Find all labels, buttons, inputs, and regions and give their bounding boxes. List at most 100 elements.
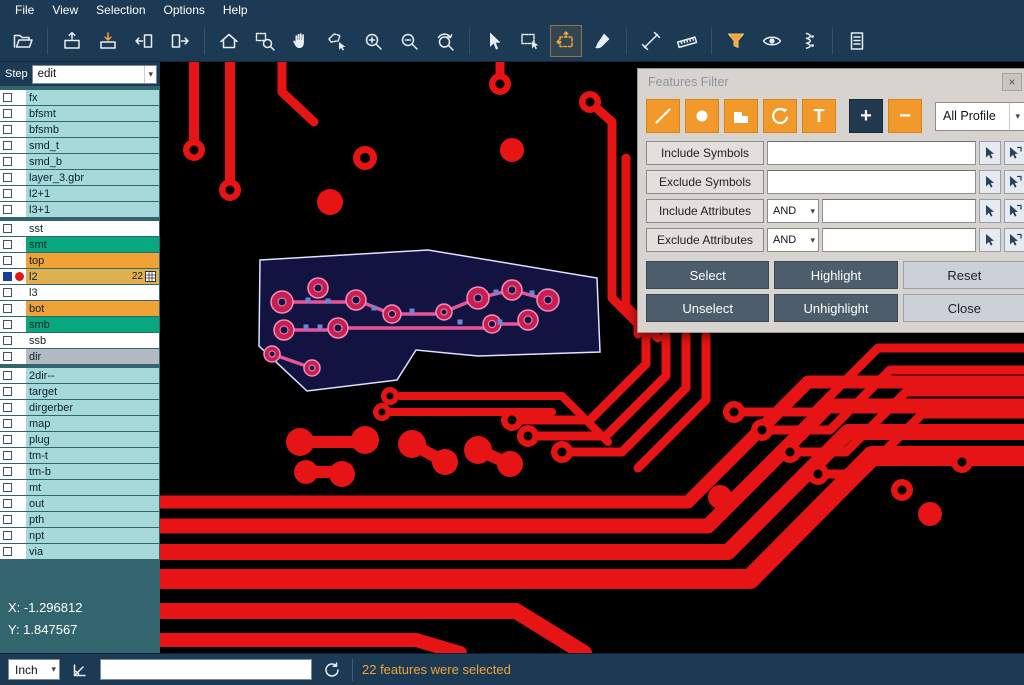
layer-row[interactable]: top bbox=[0, 253, 159, 268]
dialog-titlebar[interactable]: Features Filter × bbox=[638, 69, 1024, 95]
dialog-button[interactable]: Unselect bbox=[646, 294, 769, 322]
layer-row[interactable]: smd_t bbox=[0, 138, 159, 153]
layer-row[interactable]: fx bbox=[0, 90, 159, 105]
layer-visibility-checkbox[interactable] bbox=[3, 320, 12, 329]
dialog-button[interactable]: Reset bbox=[903, 261, 1024, 289]
layer-row[interactable]: dirgerber bbox=[0, 400, 159, 415]
layer-row[interactable]: bfsmb bbox=[0, 122, 159, 137]
pick-from-screen-button[interactable] bbox=[979, 228, 1001, 252]
layer-row[interactable]: tm-t bbox=[0, 448, 159, 463]
layer-row[interactable]: via bbox=[0, 544, 159, 559]
layer-row[interactable]: npt bbox=[0, 528, 159, 543]
layer-visibility-checkbox[interactable] bbox=[3, 173, 12, 182]
layer-row[interactable]: sst bbox=[0, 221, 159, 236]
layer-row[interactable]: tm-b bbox=[0, 464, 159, 479]
layer-row[interactable]: dir bbox=[0, 349, 159, 364]
text-tool-button[interactable]: T bbox=[802, 99, 836, 133]
layer-row[interactable]: smt bbox=[0, 237, 159, 252]
transform-select-button[interactable] bbox=[551, 26, 581, 56]
pan-button[interactable] bbox=[286, 26, 316, 56]
layer-visibility-checkbox[interactable] bbox=[3, 240, 12, 249]
layer-row[interactable]: smd_b bbox=[0, 154, 159, 169]
layer-row[interactable]: bfsmt bbox=[0, 106, 159, 121]
dialog-button[interactable]: Unhighlight bbox=[774, 294, 897, 322]
menu-item[interactable]: Help bbox=[214, 1, 257, 19]
unit-select[interactable]: Inch ▾ bbox=[8, 659, 60, 680]
layer-row[interactable]: layer_3.gbr bbox=[0, 170, 159, 185]
filter-row-input[interactable] bbox=[767, 170, 976, 194]
layer-visibility-checkbox[interactable] bbox=[3, 93, 12, 102]
layer-visibility-checkbox[interactable] bbox=[3, 288, 12, 297]
filter-row-input[interactable] bbox=[822, 228, 976, 252]
step-select[interactable]: edit ▾ bbox=[32, 65, 157, 84]
open-folder-button[interactable] bbox=[8, 26, 38, 56]
home-button[interactable] bbox=[214, 26, 244, 56]
pick-from-screen-button[interactable] bbox=[979, 199, 1001, 223]
pick-from-list-button[interactable] bbox=[1004, 141, 1024, 165]
measure-line-button[interactable] bbox=[636, 26, 666, 56]
pointer-button[interactable] bbox=[479, 26, 509, 56]
layer-row[interactable]: l2 22 bbox=[0, 269, 159, 284]
report-button[interactable] bbox=[842, 26, 872, 56]
filter-row-input[interactable] bbox=[767, 141, 976, 165]
add-icon[interactable]: + bbox=[849, 99, 883, 133]
zoom-refresh-button[interactable] bbox=[430, 26, 460, 56]
surface-tool-button[interactable] bbox=[724, 99, 758, 133]
layer-visibility-checkbox[interactable] bbox=[3, 531, 12, 540]
brush-button[interactable] bbox=[587, 26, 617, 56]
pick-from-list-button[interactable] bbox=[1004, 170, 1024, 194]
layer-visibility-checkbox[interactable] bbox=[3, 467, 12, 476]
layer-visibility-checkbox[interactable] bbox=[3, 403, 12, 412]
layer-visibility-checkbox[interactable] bbox=[3, 499, 12, 508]
and-operator-select[interactable]: AND ▾ bbox=[767, 228, 819, 252]
rect-select-button[interactable] bbox=[515, 26, 545, 56]
layer-row[interactable]: ssb bbox=[0, 333, 159, 348]
command-input[interactable] bbox=[100, 659, 312, 680]
remove-icon[interactable]: − bbox=[888, 99, 922, 133]
refresh-button[interactable] bbox=[321, 659, 343, 681]
filter-row-label-button[interactable]: Include Attributes bbox=[646, 199, 764, 223]
and-operator-select[interactable]: AND ▾ bbox=[767, 199, 819, 223]
layer-visibility-checkbox[interactable] bbox=[3, 451, 12, 460]
menu-item[interactable]: File bbox=[6, 1, 43, 19]
filter-button[interactable] bbox=[721, 26, 751, 56]
layer-row[interactable]: out bbox=[0, 496, 159, 511]
snap-button[interactable] bbox=[793, 26, 823, 56]
layer-visibility-checkbox[interactable] bbox=[3, 272, 12, 281]
close-icon[interactable]: × bbox=[1002, 73, 1022, 91]
layer-visibility-checkbox[interactable] bbox=[3, 419, 12, 428]
zoom-area-button[interactable] bbox=[250, 26, 280, 56]
pick-from-screen-button[interactable] bbox=[979, 170, 1001, 194]
layer-visibility-checkbox[interactable] bbox=[3, 352, 12, 361]
layer-visibility-checkbox[interactable] bbox=[3, 109, 12, 118]
filter-row-label-button[interactable]: Exclude Symbols bbox=[646, 170, 764, 194]
filter-row-input[interactable] bbox=[822, 199, 976, 223]
arc-tool-button[interactable] bbox=[763, 99, 797, 133]
visibility-button[interactable] bbox=[757, 26, 787, 56]
lasso-select-button[interactable] bbox=[322, 26, 352, 56]
layer-visibility-checkbox[interactable] bbox=[3, 371, 12, 380]
layer-row[interactable]: plug bbox=[0, 432, 159, 447]
layer-visibility-checkbox[interactable] bbox=[3, 336, 12, 345]
layer-row[interactable]: bot bbox=[0, 301, 159, 316]
shift-left-button[interactable] bbox=[129, 26, 159, 56]
menu-item[interactable]: View bbox=[43, 1, 87, 19]
pad-tool-button[interactable] bbox=[685, 99, 719, 133]
zoom-in-button[interactable] bbox=[358, 26, 388, 56]
layer-down-button[interactable] bbox=[93, 26, 123, 56]
layer-visibility-checkbox[interactable] bbox=[3, 435, 12, 444]
dialog-button[interactable]: Select bbox=[646, 261, 769, 289]
layer-visibility-checkbox[interactable] bbox=[3, 125, 12, 134]
layer-visibility-checkbox[interactable] bbox=[3, 224, 12, 233]
layer-row[interactable]: 2dir-- bbox=[0, 368, 159, 383]
layer-visibility-checkbox[interactable] bbox=[3, 304, 12, 313]
pick-from-list-button[interactable] bbox=[1004, 199, 1024, 223]
layer-row[interactable]: map bbox=[0, 416, 159, 431]
layer-visibility-checkbox[interactable] bbox=[3, 515, 12, 524]
layer-visibility-checkbox[interactable] bbox=[3, 387, 12, 396]
dialog-button[interactable]: Highlight bbox=[774, 261, 897, 289]
layer-visibility-checkbox[interactable] bbox=[3, 547, 12, 556]
shift-right-button[interactable] bbox=[165, 26, 195, 56]
layer-row[interactable]: mt bbox=[0, 480, 159, 495]
layer-visibility-checkbox[interactable] bbox=[3, 157, 12, 166]
